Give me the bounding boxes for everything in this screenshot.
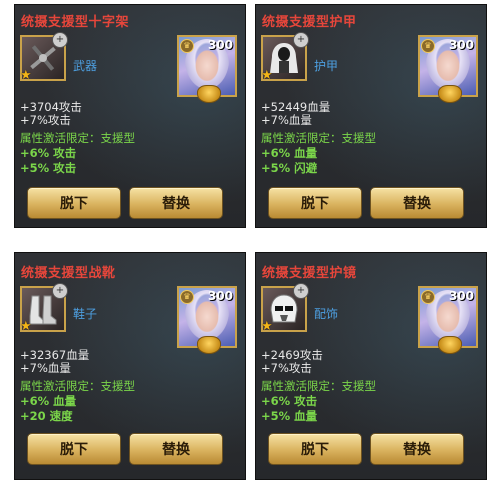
bonus-title: 属性激活限定：支援型 <box>261 131 376 145</box>
stats-block: +3704攻击 +7%攻击 属性激活限定：支援型 +6% 攻击 +5% 攻击 <box>20 101 135 176</box>
stat-line: +7%攻击 <box>20 112 71 127</box>
hero-face <box>434 47 462 81</box>
stat-line: +2469攻击 <box>261 348 323 362</box>
slot-label: 护甲 <box>314 59 339 73</box>
stat-line: +52449血量 <box>261 100 331 114</box>
item-slot[interactable]: ★ + <box>20 32 68 83</box>
rank-badge-icon <box>438 336 462 354</box>
bonus-line: +5% 攻击 <box>20 161 77 175</box>
bonus-line: +5% 闪避 <box>261 161 318 175</box>
stat-line: +32367血量 <box>20 348 90 362</box>
hero-face <box>434 298 462 332</box>
replace-button[interactable]: 替换 <box>370 433 464 465</box>
replace-button[interactable]: 替换 <box>129 187 223 219</box>
crown-icon: ♛ <box>421 290 435 304</box>
slot-label: 武器 <box>73 59 98 73</box>
lock-icon: + <box>52 283 68 299</box>
item-title: 统摄支援型战靴 <box>21 266 116 281</box>
replace-button[interactable]: 替换 <box>129 433 223 465</box>
lock-icon: + <box>52 32 68 48</box>
item-slot[interactable]: ★ + <box>261 32 309 83</box>
star-icon: ★ <box>20 68 32 83</box>
stats-block: +52449血量 +7%血量 属性激活限定：支援型 +6% 血量 +5% 闪避 <box>261 101 376 176</box>
lock-icon: + <box>293 283 309 299</box>
rank-badge-icon <box>438 85 462 103</box>
lock-icon: + <box>293 32 309 48</box>
bonus-line: +5% 血量 <box>261 409 318 423</box>
unequip-button[interactable]: 脱下 <box>27 433 121 465</box>
hero-portrait[interactable]: ♛ 300 <box>177 35 237 103</box>
hero-level: 300 <box>207 38 233 52</box>
unequip-button[interactable]: 脱下 <box>268 187 362 219</box>
stat-line: +7%血量 <box>261 112 312 127</box>
stat-line: +3704攻击 <box>20 100 82 114</box>
bonus-line: +20 速度 <box>20 409 73 423</box>
crown-icon: ♛ <box>421 39 435 53</box>
stats-block: +32367血量 +7%血量 属性激活限定：支援型 +6% 血量 +20 速度 <box>20 349 135 424</box>
unequip-button[interactable]: 脱下 <box>27 187 121 219</box>
stats-block: +2469攻击 +7%攻击 属性激活限定：支援型 +6% 攻击 +5% 血量 <box>261 349 376 424</box>
stat-line: +7%血量 <box>20 360 71 375</box>
hero-level: 300 <box>448 38 474 52</box>
unequip-button[interactable]: 脱下 <box>268 433 362 465</box>
bonus-title: 属性激活限定：支援型 <box>20 131 135 145</box>
hero-portrait[interactable]: ♛ 300 <box>177 286 237 354</box>
hero-level: 300 <box>448 289 474 303</box>
slot-label: 配饰 <box>314 307 339 321</box>
bonus-line: +6% 血量 <box>20 394 77 408</box>
bonus-title: 属性激活限定：支援型 <box>261 379 376 393</box>
equipment-panel-accessory: 统摄支援型护镜 ★ + 配饰 ♛ 300 +2469攻击 +7%攻击 属性激活限… <box>255 252 487 480</box>
item-slot[interactable]: ★ + <box>261 283 309 334</box>
rank-badge-icon <box>197 336 221 354</box>
crown-icon: ♛ <box>180 290 194 304</box>
equipment-panel-armor: 统摄支援型护甲 ★ + 护甲 ♛ 300 +52449血量 +7%血量 属性激活… <box>255 4 487 228</box>
slot-label: 鞋子 <box>73 307 98 321</box>
equipment-panel-boots: 统摄支援型战靴 ★ + 鞋子 ♛ 300 +32367血量 +7%血量 属性激活… <box>14 252 246 480</box>
bonus-line: +6% 攻击 <box>261 394 318 408</box>
replace-button[interactable]: 替换 <box>370 187 464 219</box>
rank-badge-icon <box>197 85 221 103</box>
star-icon: ★ <box>261 68 273 83</box>
hero-level: 300 <box>207 289 233 303</box>
hero-portrait[interactable]: ♛ 300 <box>418 35 478 103</box>
stat-line: +7%攻击 <box>261 360 312 375</box>
item-title: 统摄支援型护镜 <box>262 266 357 281</box>
item-title: 统摄支援型护甲 <box>262 15 357 30</box>
hero-face <box>193 298 221 332</box>
hero-portrait[interactable]: ♛ 300 <box>418 286 478 354</box>
bonus-title: 属性激活限定：支援型 <box>20 379 135 393</box>
star-icon: ★ <box>261 319 273 334</box>
bonus-line: +6% 攻击 <box>20 146 77 160</box>
item-title: 统摄支援型十字架 <box>21 15 130 30</box>
equipment-panel-weapon: 统摄支援型十字架 ★ + 武器 ♛ 300 +3704攻击 +7%攻击 属性激活… <box>14 4 246 228</box>
item-slot[interactable]: ★ + <box>20 283 68 334</box>
bonus-line: +6% 血量 <box>261 146 318 160</box>
star-icon: ★ <box>20 319 32 334</box>
hero-face <box>193 47 221 81</box>
crown-icon: ♛ <box>180 39 194 53</box>
